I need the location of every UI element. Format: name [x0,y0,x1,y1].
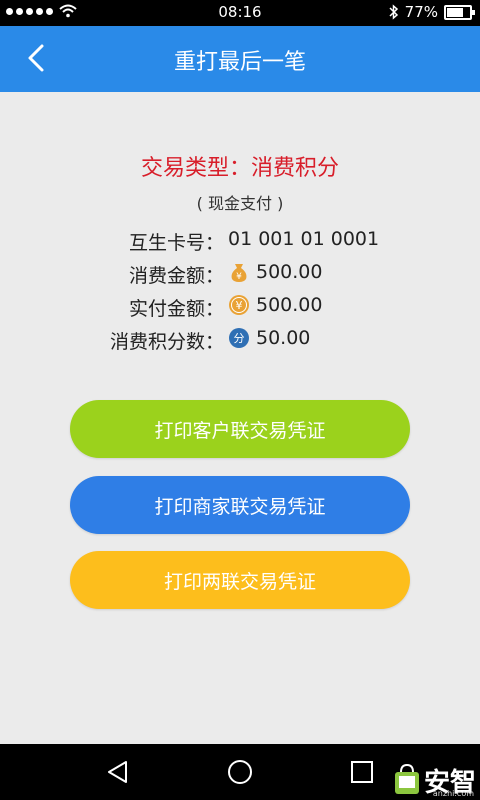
battery-icon [444,4,475,20]
points-value: 50.00 [256,327,311,349]
payment-method: ( 现金支付 ) [196,194,284,213]
page-title: 重打最后一笔 [173,50,306,75]
detail-points: 消费积分数： 分 50.00 [0,327,480,357]
detail-label: 互生卡号： [128,232,224,254]
status-right: 77% [389,3,475,21]
watermark: 安智 anzhi.com [392,762,476,798]
points-icon: 分 [229,328,249,348]
nav-recent-apps-icon[interactable] [348,758,376,786]
detail-label: 消费金额： [128,265,224,287]
svg-text:分: 分 [234,332,245,345]
detail-paid-amount: 实付金额： ¥ 500.00 [0,294,480,324]
bluetooth-icon [389,4,398,20]
detail-value: ¥ 500.00 [228,294,322,316]
print-merchant-receipt-button[interactable]: 打印商家联交易凭证 [70,476,410,534]
battery-percent: 77% [404,3,438,21]
money-bag-icon: ¥ [231,264,247,282]
svg-text:¥: ¥ [236,272,242,282]
print-customer-receipt-button[interactable]: 打印客户联交易凭证 [70,400,410,458]
detail-value: 01 001 01 0001 [228,228,379,250]
detail-label: 消费积分数： [109,331,224,353]
app-bar: 重打最后一笔 [0,26,480,92]
watermark-bag-logo-icon [394,763,419,794]
detail-label: 实付金额： [128,298,224,320]
paid-amount-value: 500.00 [256,294,323,316]
print-both-receipts-button[interactable]: 打印两联交易凭证 [70,551,410,609]
detail-card-number: 互生卡号： 01 001 01 0001 [0,228,480,258]
nav-back-icon[interactable] [104,758,132,786]
svg-text:¥: ¥ [236,299,243,312]
detail-value: 分 50.00 [228,327,310,349]
card-number-value: 01 001 01 0001 [228,228,380,250]
yuan-coin-icon: ¥ [229,295,249,315]
watermark-sub: anzhi.com [432,789,474,798]
transaction-type: 交易类型：消费积分 [140,156,339,181]
status-bar: 08:16 77% [0,0,480,26]
detail-value: ¥ 500.00 [228,261,322,283]
consumption-amount-value: 500.00 [256,261,323,283]
detail-consumption-amount: 消费金额： ¥ 500.00 [0,261,480,291]
nav-home-icon[interactable] [226,758,254,786]
system-nav-bar: 安智 anzhi.com [0,744,480,800]
